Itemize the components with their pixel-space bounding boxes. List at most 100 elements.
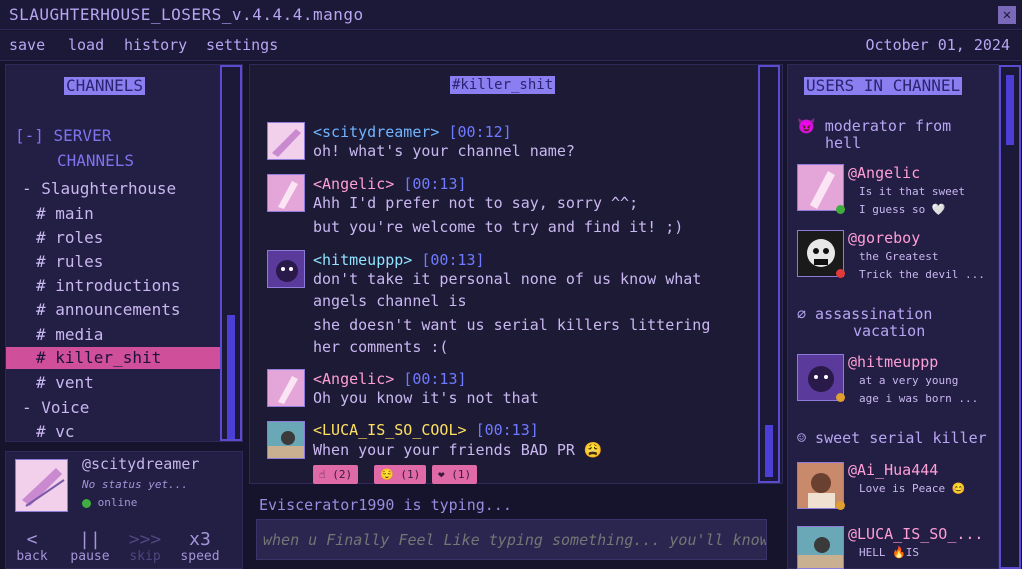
message-header: <Angelic> [00:13] [313,175,467,193]
speed-button[interactable]: x3 speed [174,530,226,564]
user-status-line: I guess so 🤍 [859,203,946,216]
channels-scroll-thumb[interactable] [227,315,235,439]
channel-killer-shit[interactable]: # killer_shit [6,347,220,369]
message-author[interactable]: <hitmeuppp> [313,251,412,269]
channel-roles[interactable]: # roles [36,227,103,249]
users-scroll-thumb[interactable] [1006,75,1014,145]
menu-save[interactable]: save [9,36,45,54]
reaction-count: (2) [332,468,353,481]
reaction-relieved[interactable]: 😌 (1) [374,465,427,484]
dnd-dot-icon [836,269,845,278]
hitmeuppp-avatar[interactable] [267,250,305,288]
back-label: back [16,549,48,564]
user-status-line: Trick the devil ... [859,268,985,281]
online-dot-icon [836,205,845,214]
heart-icon: ❤ [438,468,445,481]
message-text: Ahh I'd prefer not to say, sorry ^^; [313,194,639,212]
channel-vc[interactable]: # vc [36,421,75,443]
speed-label: speed [180,549,220,564]
angelic-user-avatar-art [810,171,835,209]
message-text: she doesn't want us serial killers litte… [313,316,711,334]
menu-load[interactable]: load [68,36,104,54]
chat-scrollbar[interactable] [758,65,780,483]
window-title: SLAUGHTERHOUSE_LOSERS_v.4.4.4.mango [9,5,364,24]
message-text: angels channel is [313,292,467,310]
channel-main[interactable]: # main [36,203,94,225]
my-status-text[interactable]: No status yet... [82,478,188,491]
my-avatar [15,459,68,512]
my-username: @scitydreamer [82,455,200,473]
user-name[interactable]: @LUCA_IS_SO_... [848,525,983,543]
reaction-point-up[interactable]: ☝ (2) [313,465,359,484]
luca-avatar-art [268,431,304,458]
scitydreamer-avatar[interactable] [267,122,305,160]
current-date: October 01, 2024 [865,36,1011,54]
channel-introductions[interactable]: # introductions [36,275,181,297]
reaction-count: (1) [400,468,421,481]
online-dot-icon [82,498,91,508]
message-text: oh! what's your channel name? [313,142,575,160]
back-button[interactable]: < back [10,530,54,564]
chat-scroll-thumb[interactable] [765,425,773,477]
message-header: <scitydreamer> [00:12] [313,123,512,141]
message-text: but you're welcome to try and find it! ;… [313,218,684,236]
server-line-1: [-] SERVER [15,126,112,145]
menu-settings[interactable]: settings [206,36,278,54]
close-icon[interactable]: ✕ [998,6,1016,24]
channel-announcements[interactable]: # announcements [36,299,181,321]
server-channels-toggle[interactable]: [-] SERVER CHANNELS [15,123,134,173]
role-line-1: ∅ assassination [797,305,933,323]
idle-dot-icon [836,501,845,510]
message-header: <Angelic> [00:13] [313,370,467,388]
user-name[interactable]: @goreboy [848,229,920,247]
angelic-avatar[interactable] [267,174,305,212]
skip-icon: >>> [128,529,162,550]
channels-scrollbar[interactable] [220,65,242,441]
reaction-count: (1) [451,468,472,481]
users-heading: USERS IN CHANNEL [804,76,963,95]
role-line-2: vacation [853,322,926,340]
user-status-line: the Greatest [859,250,939,263]
skip-label: skip [129,549,161,564]
message-text: Oh you know it's not that [313,389,539,407]
role-line-1: 😈 moderator from [797,117,952,135]
users-scrollbar[interactable] [999,65,1021,569]
user-status-line: Is it that sweet [859,185,965,198]
pause-label: pause [70,549,110,564]
skip-button[interactable]: >>> skip [124,530,166,564]
menu-bar: save load history settings October 01, 2… [0,31,1022,61]
angelic-avatar[interactable] [267,369,305,407]
online-label: online [97,496,138,509]
message-input[interactable] [256,519,767,560]
typing-indicator: Eviscerator1990 is typing... [259,496,512,514]
channel-vent[interactable]: # vent [36,372,94,394]
angelic-avatar-art [278,376,298,404]
reaction-heart[interactable]: ❤ (1) [432,465,478,484]
category-voice[interactable]: - Voice [22,397,89,419]
luca-avatar[interactable] [267,421,305,459]
luca-user-avatar[interactable] [797,526,844,569]
channel-media[interactable]: # media [36,324,103,346]
user-status-line: HELL 🔥IS [859,546,920,559]
title-bar: SLAUGHTERHOUSE_LOSERS_v.4.4.4.mango ✕ [0,0,1022,30]
back-icon: < [26,529,38,550]
message-author[interactable]: <Angelic> [313,175,394,193]
role-line-2: hell [825,134,862,152]
category-slaughterhouse[interactable]: - Slaughterhouse [22,178,176,200]
message-author[interactable]: <scitydreamer> [313,123,439,141]
message-author[interactable]: <LUCA_IS_SO_COOL> [313,421,467,439]
user-name[interactable]: @Angelic [848,164,920,182]
pause-button[interactable]: || pause [63,530,117,564]
speed-icon: x3 [189,529,211,550]
menu-history[interactable]: history [124,36,187,54]
user-name[interactable]: @hitmeuppp [848,353,938,371]
message-author[interactable]: <Angelic> [313,370,394,388]
message-time: [00:13] [421,251,485,269]
my-avatar-art [22,468,65,507]
message-time: [00:13] [475,421,539,439]
channel-rules[interactable]: # rules [36,251,103,273]
user-name[interactable]: @Ai_Hua444 [848,461,938,479]
angelic-user-avatar[interactable] [797,164,844,211]
hitmeuppp-avatar-art [276,260,298,282]
role-moderator: 😈 moderator from hell [797,118,951,152]
